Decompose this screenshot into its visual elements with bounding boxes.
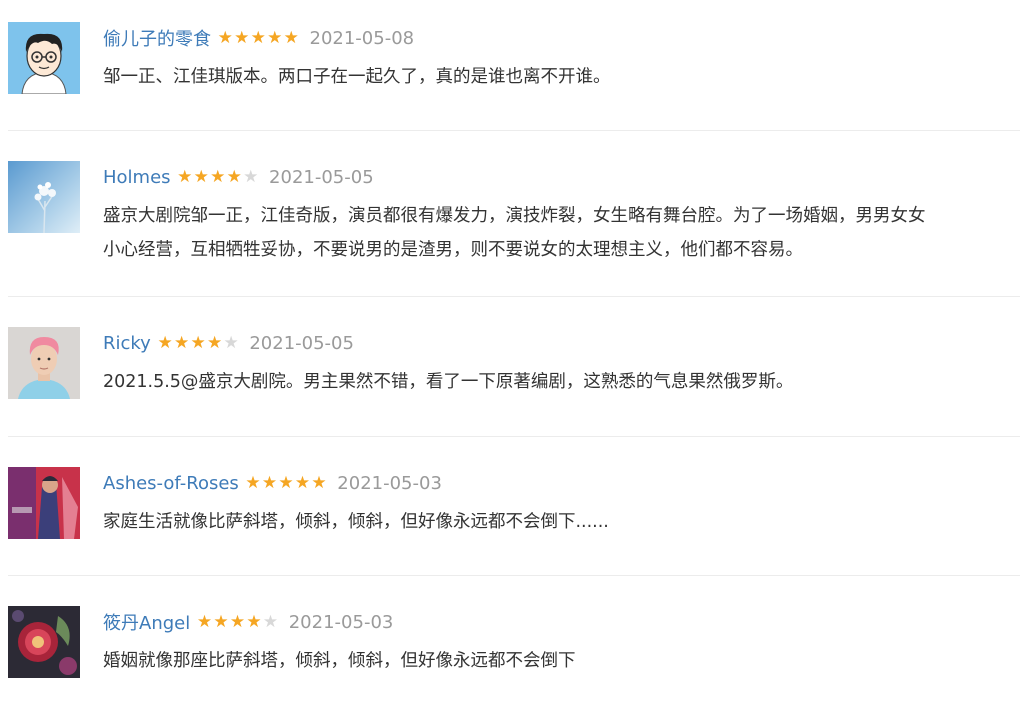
avatar-image bbox=[8, 467, 80, 539]
star-filled-icon: ★ bbox=[311, 472, 327, 493]
star-filled-icon: ★ bbox=[261, 472, 278, 493]
cartoon-man-with-glasses-avatar[interactable] bbox=[8, 22, 80, 94]
star-filled-icon: ★ bbox=[245, 472, 261, 493]
pink-haired-man-avatar[interactable] bbox=[8, 327, 80, 399]
red-flower-avatar[interactable] bbox=[8, 606, 80, 678]
star-filled-icon: ★ bbox=[193, 166, 209, 187]
review-content-line: 小心经营，互相牺牲妥协，不要说男的是渣男，则不要说女的太理想主义，他们都不容易。 bbox=[103, 240, 803, 260]
star-rating: ★ ★ ★ ★ ★ bbox=[196, 611, 279, 632]
author-name[interactable]: Ashes-of-Roses bbox=[103, 473, 239, 494]
review-content-line: 婚姻就像那座比萨斜塔，倾斜，倾斜，但好像永远都不会倒下 bbox=[103, 651, 576, 671]
avatar-image bbox=[8, 327, 80, 399]
review-meta: Ashes-of-Roses ★ ★ ★ ★ ★ 2021-05-03 bbox=[103, 471, 442, 495]
star-empty-icon: ★ bbox=[243, 166, 259, 187]
review-meta: Ricky ★ ★ ★ ★ ★ 2021-05-05 bbox=[103, 331, 354, 355]
red-stage-photo-avatar[interactable] bbox=[8, 467, 80, 539]
white-flower-blue-sky-avatar[interactable] bbox=[8, 161, 80, 233]
review-content-line: 盛京大剧院邹一正，江佳奇版，演员都很有爆发力，演技炸裂，女生略有舞台腔。为了一场… bbox=[103, 206, 926, 226]
review-meta: Holmes ★ ★ ★ ★ ★ 2021-05-05 bbox=[103, 165, 374, 189]
review-content: 家庭生活就像比萨斜塔，倾斜，倾斜，但好像永远都不会倒下...... bbox=[103, 505, 1021, 539]
star-filled-icon: ★ bbox=[294, 472, 311, 493]
star-rating: ★ ★ ★ ★ ★ bbox=[245, 472, 328, 493]
review-content-line: 家庭生活就像比萨斜塔，倾斜，倾斜，但好像永远都不会倒下...... bbox=[103, 512, 609, 532]
star-filled-icon: ★ bbox=[278, 472, 294, 493]
star-filled-icon: ★ bbox=[229, 611, 246, 632]
star-rating: ★ ★ ★ ★ ★ bbox=[157, 332, 240, 353]
review-list: 偷儿子的零食 ★ ★ ★ ★ ★ 2021-05-08 邹一正、江佳琪版本。两口子在一起… bbox=[0, 0, 1026, 701]
star-rating: ★ ★ ★ ★ ★ bbox=[177, 166, 260, 187]
author-name[interactable]: 偷儿子的零食 bbox=[103, 25, 211, 51]
star-filled-icon: ★ bbox=[190, 332, 206, 353]
star-filled-icon: ★ bbox=[213, 611, 229, 632]
review-meta: 筱丹Angel ★ ★ ★ ★ ★ 2021-05-03 bbox=[103, 609, 394, 635]
star-filled-icon: ★ bbox=[283, 27, 299, 48]
star-filled-icon: ★ bbox=[226, 166, 242, 187]
star-filled-icon: ★ bbox=[196, 611, 213, 632]
divider bbox=[8, 436, 1020, 437]
review-date: 2021-05-08 bbox=[309, 27, 415, 49]
review-date: 2021-05-05 bbox=[269, 166, 374, 188]
star-filled-icon: ★ bbox=[173, 332, 190, 353]
avatar-image bbox=[8, 22, 80, 94]
avatar-image bbox=[8, 606, 80, 678]
review-content: 婚姻就像那座比萨斜塔，倾斜，倾斜，但好像永远都不会倒下 bbox=[103, 644, 1021, 678]
review-content-line: 2021.5.5@盛京大剧院。男主果然不错，看了一下原著编剧，这熟悉的气息果然俄… bbox=[103, 372, 794, 392]
avatar-image bbox=[8, 161, 80, 233]
review-date: 2021-05-05 bbox=[249, 332, 354, 354]
star-filled-icon: ★ bbox=[234, 27, 250, 48]
author-name[interactable]: Ricky bbox=[103, 333, 151, 354]
review-meta: 偷儿子的零食 ★ ★ ★ ★ ★ 2021-05-08 bbox=[103, 25, 415, 51]
star-filled-icon: ★ bbox=[267, 27, 283, 48]
star-filled-icon: ★ bbox=[206, 332, 223, 353]
divider bbox=[8, 575, 1020, 576]
star-filled-icon: ★ bbox=[157, 332, 173, 353]
star-filled-icon: ★ bbox=[250, 27, 266, 48]
review-content: 2021.5.5@盛京大剧院。男主果然不错，看了一下原著编剧，这熟悉的气息果然俄… bbox=[103, 365, 1021, 399]
review-content: 邹一正、江佳琪版本。两口子在一起久了，真的是谁也离不开谁。 bbox=[103, 60, 1021, 94]
star-filled-icon: ★ bbox=[177, 166, 193, 187]
review-content-line: 邹一正、江佳琪版本。两口子在一起久了，真的是谁也离不开谁。 bbox=[103, 67, 611, 87]
divider bbox=[8, 296, 1020, 297]
star-filled-icon: ★ bbox=[246, 611, 262, 632]
star-filled-icon: ★ bbox=[210, 166, 226, 187]
review-date: 2021-05-03 bbox=[288, 611, 394, 633]
star-empty-icon: ★ bbox=[262, 611, 279, 632]
star-empty-icon: ★ bbox=[223, 332, 239, 353]
divider bbox=[8, 130, 1020, 131]
review-content: 盛京大剧院邹一正，江佳奇版，演员都很有爆发力，演技炸裂，女生略有舞台腔。为了一场… bbox=[103, 199, 1021, 267]
star-rating: ★ ★ ★ ★ ★ bbox=[217, 27, 300, 48]
star-filled-icon: ★ bbox=[217, 27, 233, 48]
review-date: 2021-05-03 bbox=[337, 472, 442, 494]
author-name[interactable]: 筱丹Angel bbox=[103, 609, 190, 635]
author-name[interactable]: Holmes bbox=[103, 167, 171, 188]
